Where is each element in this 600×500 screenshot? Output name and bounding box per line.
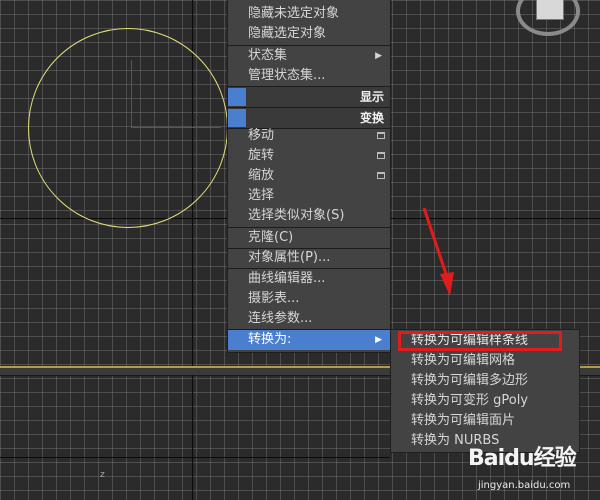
options-box-icon[interactable] [377, 152, 385, 159]
gizmo-x-axis[interactable] [131, 127, 221, 128]
menu-item-label: 摄影表... [248, 291, 300, 306]
menu-item-clone[interactable]: 克隆(C) [228, 228, 390, 248]
menu-item-rotate[interactable]: 旋转 [228, 146, 390, 166]
gizmo-y-axis[interactable] [131, 60, 132, 127]
menu-item-scale[interactable]: 缩放 [228, 166, 390, 186]
header-marker-icon [228, 88, 246, 106]
grid-axis-horizontal-lower [0, 457, 390, 458]
menu-item-object-properties[interactable]: 对象属性(P)... [228, 248, 390, 268]
view-cube-icon[interactable] [536, 0, 564, 20]
menu-item-state-sets[interactable]: 状态集 ▶ [228, 46, 390, 66]
annotation-arrow-icon [422, 207, 454, 296]
menu-item-dope-sheet[interactable]: 摄影表... [228, 289, 390, 309]
grid-axis-vertical-lower [192, 375, 193, 500]
submenu-item-editable-mesh[interactable]: 转换为可编辑网格 [391, 351, 579, 371]
submenu-arrow-icon: ▶ [375, 51, 382, 61]
options-box-icon[interactable] [377, 172, 385, 179]
submenu-item-label: 转换为可变形 gPoly [411, 393, 529, 408]
submenu-item-label: 转换为可编辑面片 [411, 413, 516, 428]
highlight-box [398, 331, 562, 351]
submenu-item-editable-poly[interactable]: 转换为可编辑多边形 [391, 371, 579, 391]
menu-item-label: 隐藏未选定对象 [248, 6, 340, 21]
menu-item-label: 曲线编辑器... [248, 271, 326, 286]
submenu-arrow-icon: ▶ [375, 335, 382, 345]
menu-item-hide-selected[interactable]: 隐藏选定对象 [228, 24, 390, 44]
menu-item-manage-state-sets[interactable]: 管理状态集... [228, 66, 390, 86]
axis-label: z [100, 470, 105, 480]
watermark: Baidu经验 jingyan.baidu.com [468, 440, 596, 498]
menu-item-label: 隐藏选定对象 [248, 26, 327, 41]
menu-item-label: 缩放 [248, 168, 275, 183]
watermark-brand: Baidu经验 [468, 446, 577, 471]
circle-spline-object[interactable] [28, 28, 228, 228]
menu-header-display: 显示 [228, 87, 390, 107]
menu-item-select-similar[interactable]: 选择类似对象(S) [228, 206, 390, 226]
menu-item-select[interactable]: 选择 [228, 186, 390, 206]
menu-item-hide-unselected[interactable]: 隐藏未选定对象 [228, 4, 390, 24]
header-marker-icon [228, 109, 246, 127]
view-cube[interactable] [516, 0, 582, 38]
menu-item-convert-to[interactable]: 转换为: ▶ [228, 330, 390, 350]
header-label: 变换 [359, 111, 384, 125]
menu-item-label: 转换为: [248, 332, 292, 347]
menu-item-label: 选择类似对象(S) [248, 208, 345, 223]
menu-item-label: 旋转 [248, 148, 275, 163]
menu-header-transform: 变换 [228, 108, 390, 128]
menu-item-label: 克隆(C) [248, 230, 294, 245]
quad-menu: 隐藏未选定对象 隐藏选定对象 状态集 ▶ 管理状态集... 显示 变换 移动 旋… [227, 0, 391, 353]
menu-item-label: 移动 [248, 128, 275, 143]
submenu-item-deformable-gpoly[interactable]: 转换为可变形 gPoly [391, 391, 579, 411]
options-box-icon[interactable] [377, 132, 385, 139]
menu-item-label: 管理状态集... [248, 68, 326, 83]
header-label: 显示 [359, 90, 384, 104]
submenu-item-label: 转换为可编辑多边形 [411, 373, 529, 388]
menu-item-wire-parameters[interactable]: 连线参数... [228, 309, 390, 329]
menu-item-move[interactable]: 移动 [228, 126, 390, 146]
menu-item-label: 选择 [248, 188, 275, 203]
menu-item-curve-editor[interactable]: 曲线编辑器... [228, 269, 390, 289]
submenu-item-editable-patch[interactable]: 转换为可编辑面片 [391, 411, 579, 431]
menu-item-label: 对象属性(P)... [248, 250, 331, 265]
menu-item-label: 状态集 [248, 48, 288, 63]
menu-item-label: 连线参数... [248, 311, 313, 326]
submenu-item-label: 转换为可编辑网格 [411, 353, 516, 368]
watermark-url: jingyan.baidu.com [478, 480, 571, 491]
